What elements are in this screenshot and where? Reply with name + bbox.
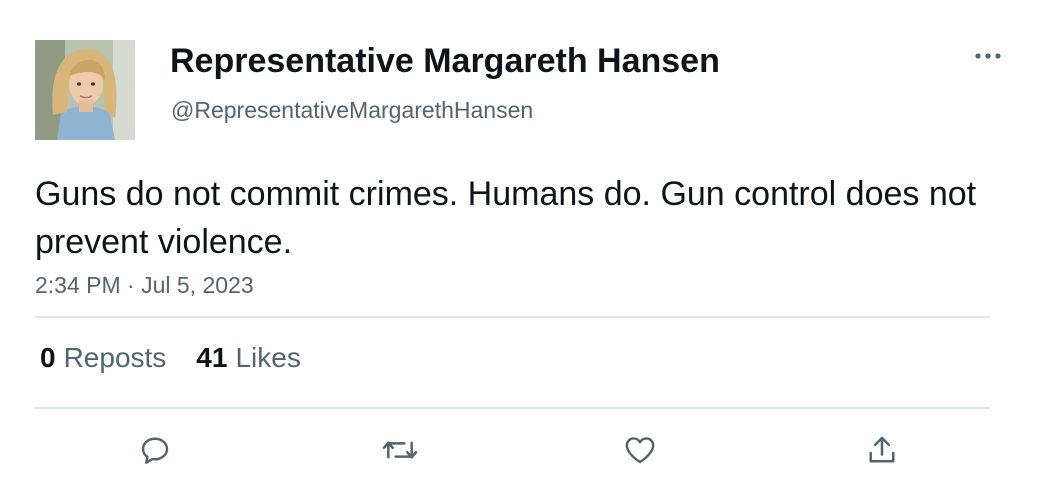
repost-icon (382, 441, 418, 459)
divider (35, 407, 990, 409)
reposts-count: 0 (40, 342, 56, 373)
avatar[interactable] (35, 40, 135, 140)
more-options-button[interactable] (968, 38, 1008, 74)
post-timestamp[interactable]: 2:34 PM · Jul 5, 2023 (35, 272, 254, 299)
likes-stat[interactable]: 41 Likes (196, 342, 301, 374)
more-dots-icon (975, 53, 1001, 59)
divider (35, 316, 990, 318)
profile-photo (35, 40, 135, 140)
like-button[interactable] (620, 430, 660, 470)
author-display-name[interactable]: Representative Margareth Hansen (170, 42, 720, 81)
like-icon (625, 437, 655, 464)
post-text: Guns do not commit crimes. Humans do. Gu… (35, 175, 977, 261)
likes-label: Likes (235, 342, 301, 373)
reply-button[interactable] (135, 430, 175, 470)
share-icon (869, 436, 895, 463)
share-button[interactable] (862, 430, 902, 470)
post-stats: 0 Reposts 41 Likes (40, 342, 301, 374)
author-handle[interactable]: @RepresentativeMargarethHansen (171, 97, 533, 124)
reply-icon (141, 437, 169, 464)
repost-button[interactable] (380, 430, 420, 470)
likes-count: 41 (196, 342, 228, 373)
reposts-stat[interactable]: 0 Reposts (40, 342, 166, 374)
reposts-label: Reposts (63, 342, 167, 373)
